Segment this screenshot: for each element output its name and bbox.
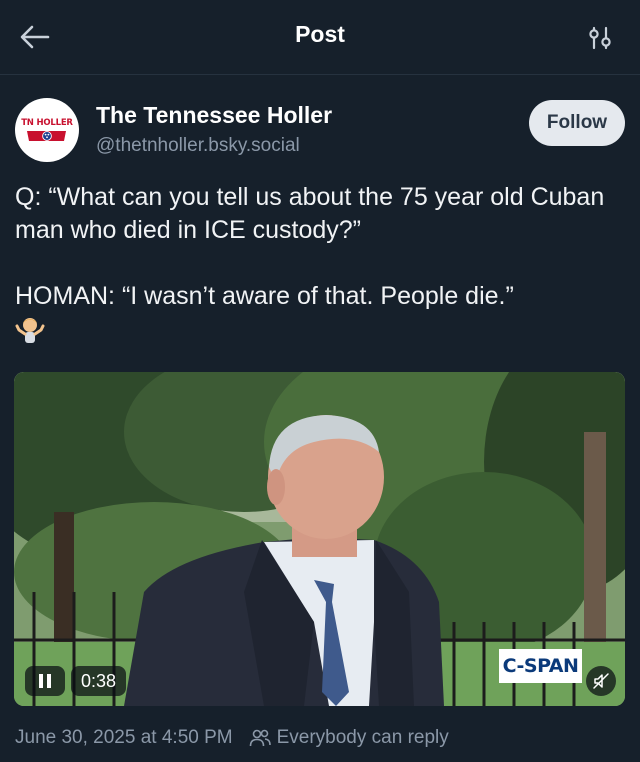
people-icon [249,729,271,747]
tennessee-flag-icon [27,131,66,141]
post-answer: HOMAN: “I wasn’t aware of that. People d… [15,282,514,310]
speaker-muted-icon [593,673,609,689]
avatar[interactable]: TN HOLLER [15,98,79,162]
author-handle[interactable]: @thetnholler.bsky.social [96,135,300,157]
author-display-name[interactable]: The Tennessee Holler [96,102,332,129]
top-bar: Post [0,0,640,75]
pause-button[interactable] [25,666,65,696]
thread-settings-button[interactable] [586,24,614,52]
sliders-icon [589,26,611,50]
pause-icon [39,674,51,688]
cspan-watermark: C-SPAN [499,649,582,683]
post-meta: June 30, 2025 at 4:50 PM Everybody can r… [15,727,449,749]
video-duration: 0:38 [71,666,127,696]
mute-button[interactable] [586,666,616,696]
video-player[interactable]: 0:38 C-SPAN [14,372,625,706]
post-question: Q: “What can you tell us about the 75 ye… [15,183,605,244]
author-row: TN HOLLER The Tennessee Holler @thetnhol… [15,98,625,162]
post-body: Q: “What can you tell us about the 75 ye… [15,181,627,346]
person-shrugging-emoji [15,318,45,344]
post-timestamp: June 30, 2025 at 4:50 PM [15,727,233,748]
page-title: Post [295,21,345,47]
avatar-logo-text: TN HOLLER [21,118,73,128]
follow-button[interactable]: Follow [529,100,625,146]
reply-setting[interactable]: Everybody can reply [277,727,449,749]
